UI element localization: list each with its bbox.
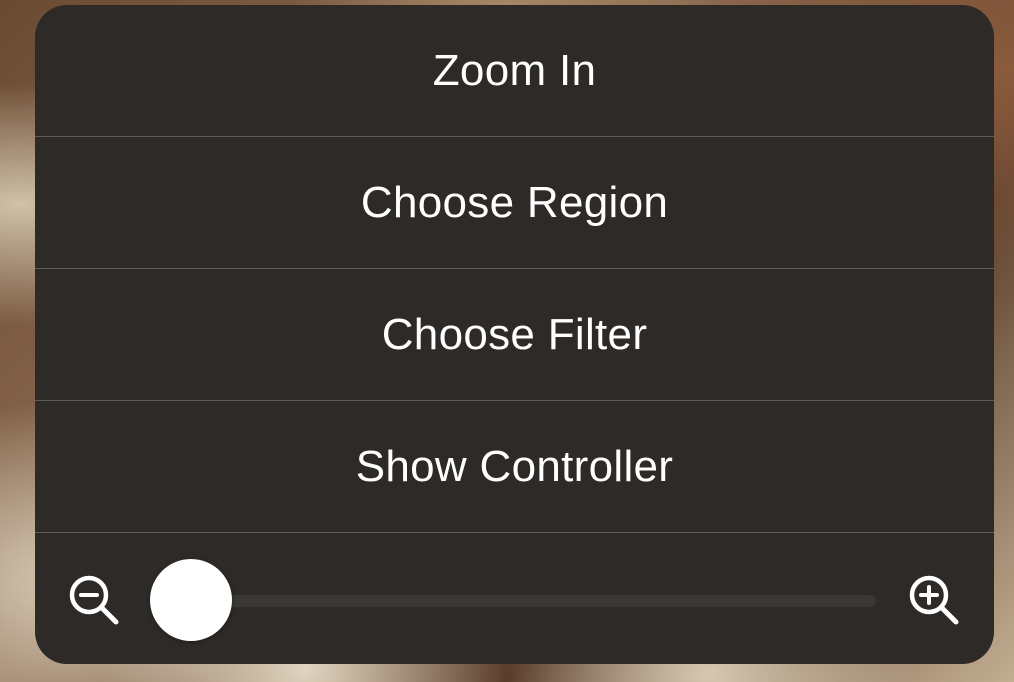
zoom-in-label: Zoom In <box>432 45 597 95</box>
choose-region-label: Choose Region <box>360 177 669 227</box>
choose-filter-menu-item[interactable]: Choose Filter <box>35 269 994 400</box>
show-controller-label: Show Controller <box>355 441 674 491</box>
zoom-slider-row <box>35 533 994 664</box>
zoom-slider-thumb[interactable] <box>150 559 232 641</box>
zoom-in-magnifier-icon[interactable] <box>907 573 961 627</box>
choose-filter-label: Choose Filter <box>381 309 648 359</box>
zoom-slider-track[interactable] <box>190 595 876 607</box>
magnifier-menu: Zoom In Choose Region Choose Filter Show… <box>35 5 994 664</box>
zoom-in-menu-item[interactable]: Zoom In <box>35 5 994 136</box>
show-controller-menu-item[interactable]: Show Controller <box>35 401 994 532</box>
choose-region-menu-item[interactable]: Choose Region <box>35 137 994 268</box>
zoom-out-magnifier-icon[interactable] <box>67 573 121 627</box>
